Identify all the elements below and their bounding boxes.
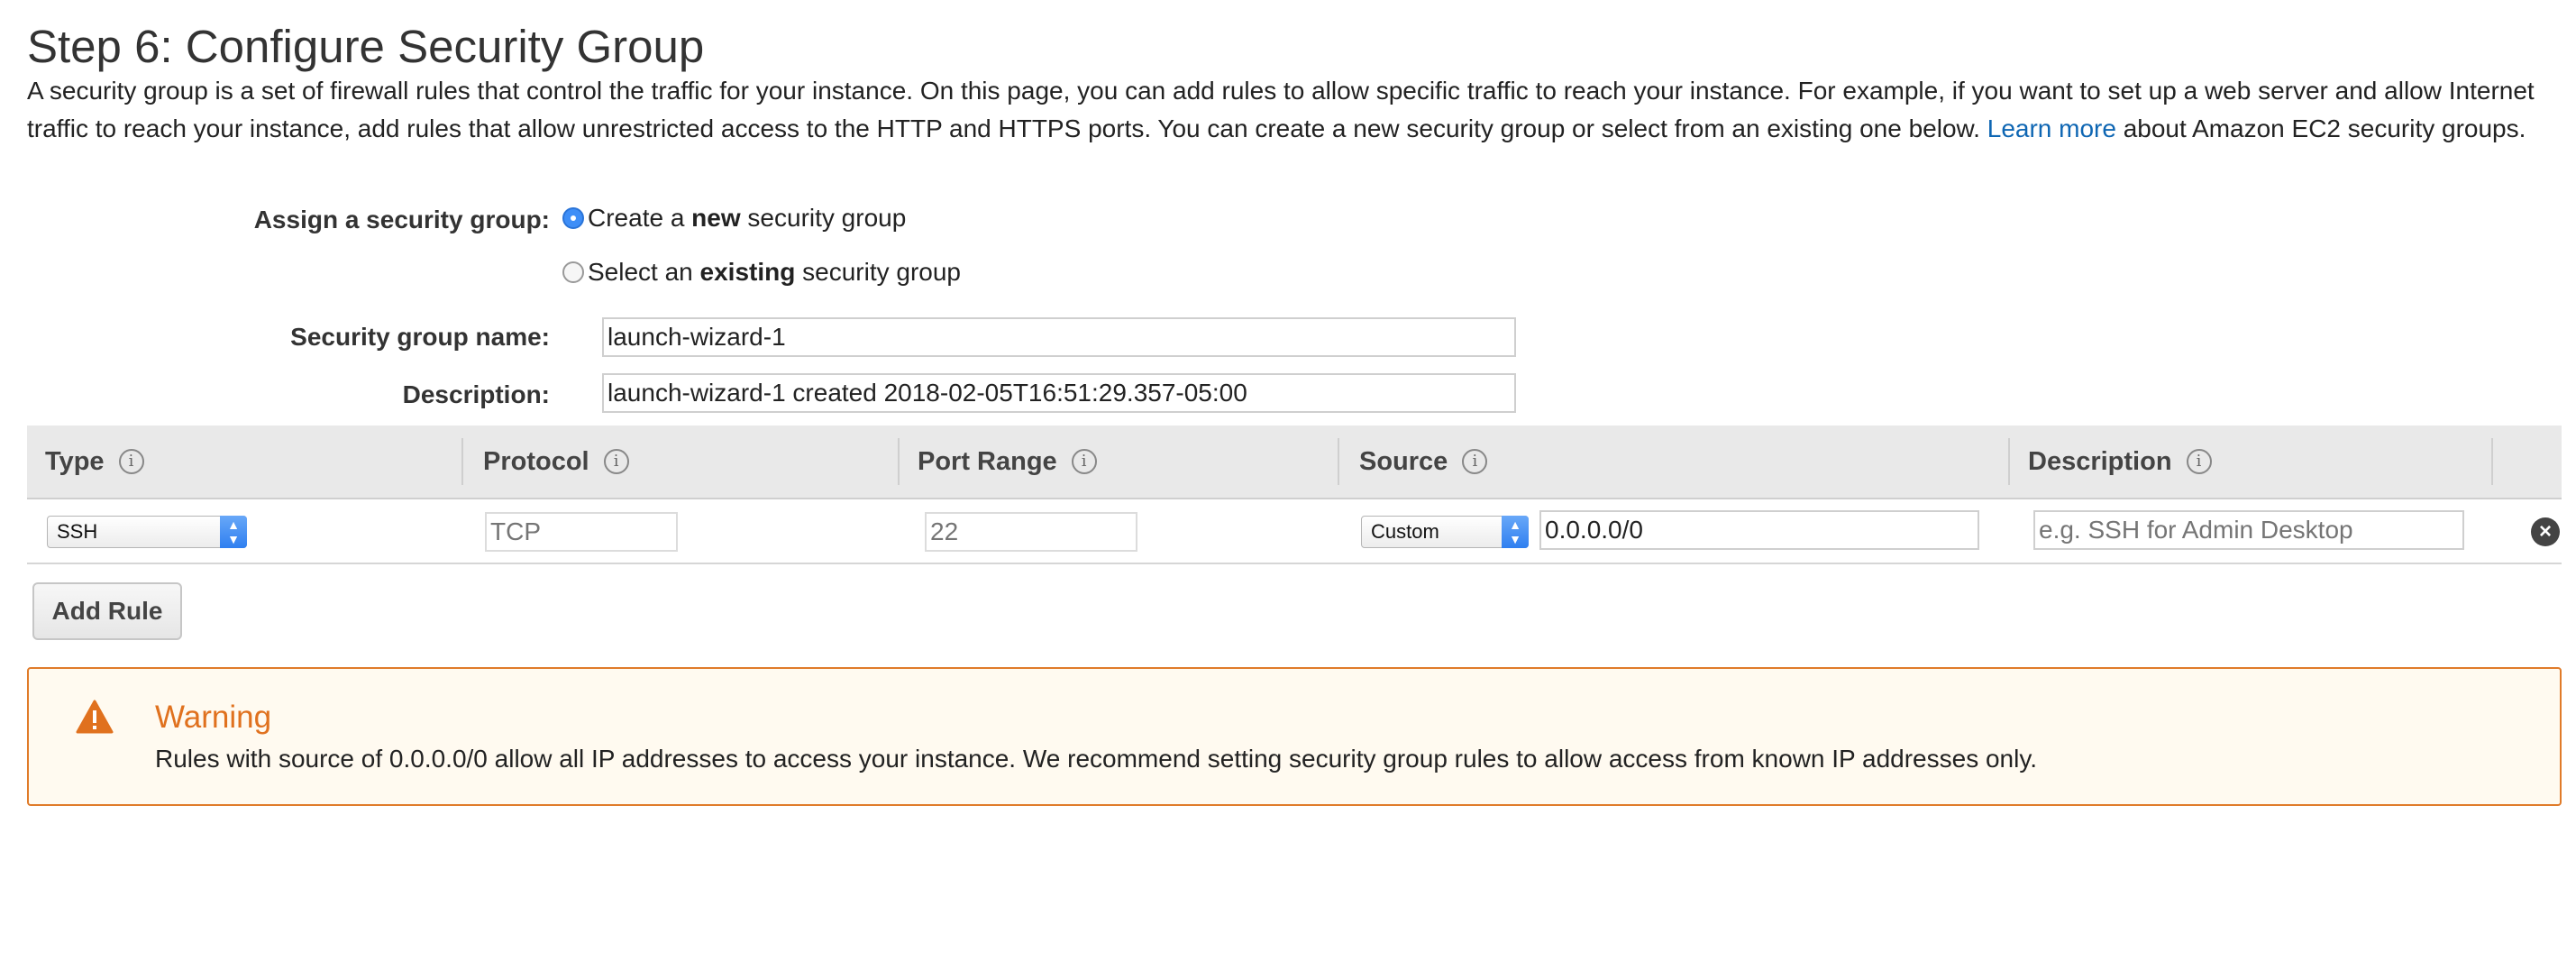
column-header-description: Description i	[2028, 426, 2212, 498]
info-icon[interactable]: i	[1462, 449, 1488, 474]
assign-security-group-label: Assign a security group:	[253, 206, 550, 233]
label-emphasis: new	[691, 204, 741, 232]
rule-description-input[interactable]	[2033, 510, 2464, 550]
radio-button-unselected[interactable]	[562, 261, 584, 283]
source-type-value: Custom	[1371, 520, 1439, 543]
column-divider	[1338, 438, 1339, 485]
type-select-value: SSH	[57, 520, 98, 543]
column-header-source: Source i	[1359, 426, 1488, 498]
warning-message: Rules with source of 0.0.0.0/0 allow all…	[155, 745, 2038, 773]
rules-table-header: Type i Protocol i Port Range i Source i …	[27, 426, 2562, 499]
description-label: Description:	[402, 380, 550, 408]
column-divider	[2491, 438, 2493, 485]
table-row: SSH ▲▼ Custom ▲▼ ×	[27, 499, 2562, 564]
column-header-label: Description	[2028, 446, 2172, 476]
radio-create-new-group[interactable]: Create a new security group	[562, 204, 906, 233]
source-cidr-input[interactable]	[1539, 510, 1979, 550]
warning-alert: Warning Rules with source of 0.0.0.0/0 a…	[27, 667, 2562, 806]
source-type-select[interactable]: Custom ▲ ▼	[1361, 516, 1529, 548]
column-header-label: Type	[45, 446, 105, 476]
column-header-label: Port Range	[918, 446, 1057, 476]
column-header-type: Type i	[45, 426, 144, 498]
learn-more-link[interactable]: Learn more	[1987, 114, 2116, 142]
type-select[interactable]: SSH ▲ ▼	[47, 516, 247, 548]
info-icon[interactable]: i	[603, 449, 629, 474]
radio-select-existing-label: Select an existing security group	[588, 258, 961, 287]
column-divider	[2008, 438, 2010, 485]
warning-triangle-icon	[76, 700, 114, 734]
page-title: Step 6: Configure Security Group	[27, 21, 705, 72]
security-group-name-label: Security group name:	[290, 323, 550, 351]
warning-title: Warning	[155, 700, 272, 735]
column-header-protocol: Protocol i	[483, 426, 629, 498]
column-header-label: Source	[1359, 446, 1448, 476]
column-divider	[898, 438, 900, 485]
radio-create-new-label: Create a new security group	[588, 204, 906, 233]
label-emphasis: existing	[699, 258, 796, 286]
protocol-input[interactable]	[485, 512, 678, 552]
add-rule-button[interactable]: Add Rule	[32, 582, 182, 640]
column-header-label: Protocol	[483, 446, 589, 476]
info-icon[interactable]: i	[1071, 449, 1097, 474]
security-group-name-input[interactable]	[602, 317, 1516, 357]
description-input[interactable]	[602, 373, 1516, 413]
label-part: Create a	[588, 204, 692, 232]
info-icon[interactable]: i	[118, 449, 144, 474]
radio-select-existing-group[interactable]: Select an existing security group	[562, 258, 961, 287]
radio-button-selected[interactable]	[562, 207, 584, 229]
info-icon[interactable]: i	[2186, 449, 2212, 474]
intro-text-tail: about Amazon EC2 security groups.	[2123, 114, 2526, 142]
close-circle-icon[interactable]: ×	[2531, 517, 2560, 546]
port-range-input[interactable]	[925, 512, 1137, 552]
chevron-updown-icon: ▲ ▼	[220, 516, 247, 548]
label-part: Select an	[588, 258, 700, 286]
column-divider	[461, 438, 463, 485]
label-part: security group	[740, 204, 907, 232]
chevron-updown-icon: ▲ ▼	[1502, 516, 1529, 548]
intro-text: A security group is a set of firewall ru…	[27, 72, 2551, 148]
label-part: security group	[795, 258, 961, 286]
column-header-port-range: Port Range i	[918, 426, 1097, 498]
